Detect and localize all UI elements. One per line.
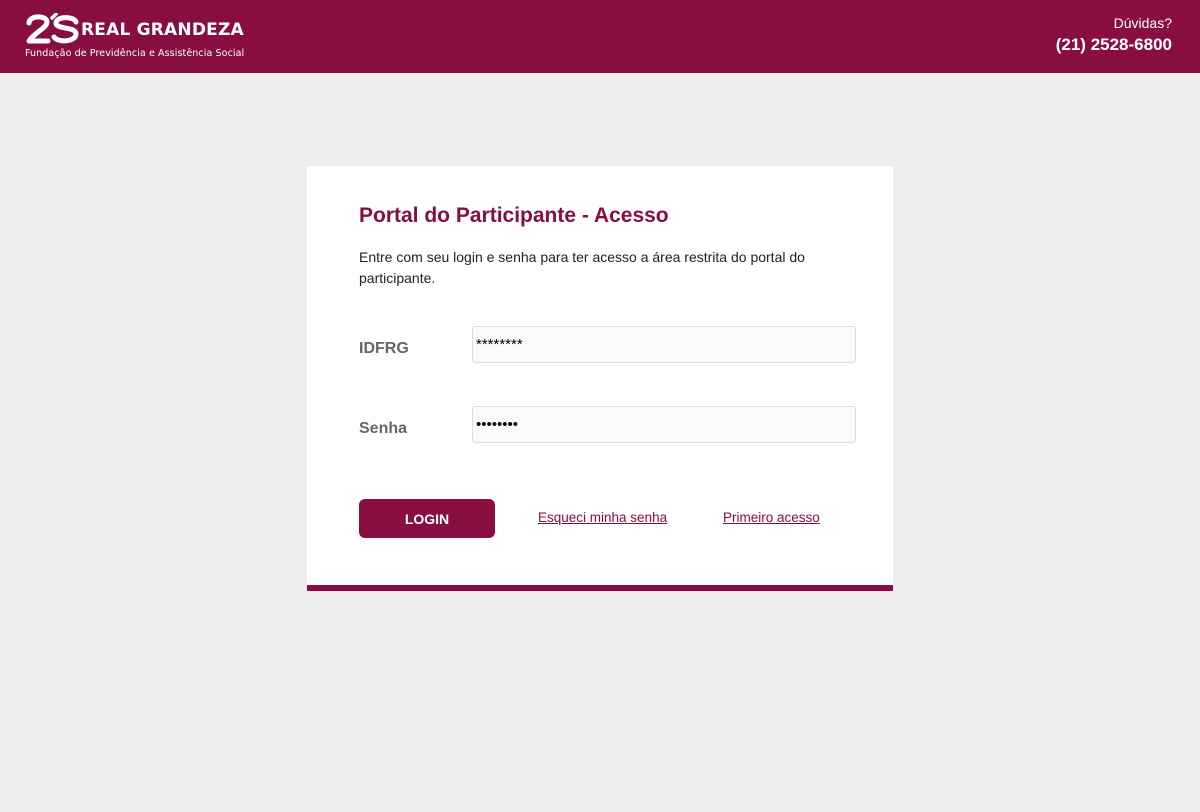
first-access-link[interactable]: Primeiro acesso [723,510,820,525]
help-phone[interactable]: (21) 2528-6800 [1056,32,1172,58]
site-header: REAL GRANDEZA Fundação de Previdência e … [0,0,1200,73]
forgot-password-link[interactable]: Esqueci minha senha [538,510,667,525]
login-description: Entre com seu login e senha para ter ace… [359,249,805,286]
password-input[interactable] [472,406,856,443]
login-button[interactable]: LOGIN [359,499,495,538]
id-label: IDFRG [359,340,409,357]
rg-logo-icon [26,13,79,44]
page-title: Portal do Participante - Acesso [359,204,669,227]
id-input[interactable] [472,326,856,363]
login-card: Portal do Participante - Acesso Entre co… [307,166,893,591]
brand-tagline: Fundação de Previdência e Assistência So… [25,48,245,59]
help-contact: Dúvidas? (21) 2528-6800 [1056,15,1172,58]
password-label: Senha [359,420,408,437]
help-label: Dúvidas? [1113,15,1172,31]
brand-name: REAL GRANDEZA [81,20,244,40]
brand-logo[interactable]: REAL GRANDEZA Fundação de Previdência e … [25,12,244,62]
